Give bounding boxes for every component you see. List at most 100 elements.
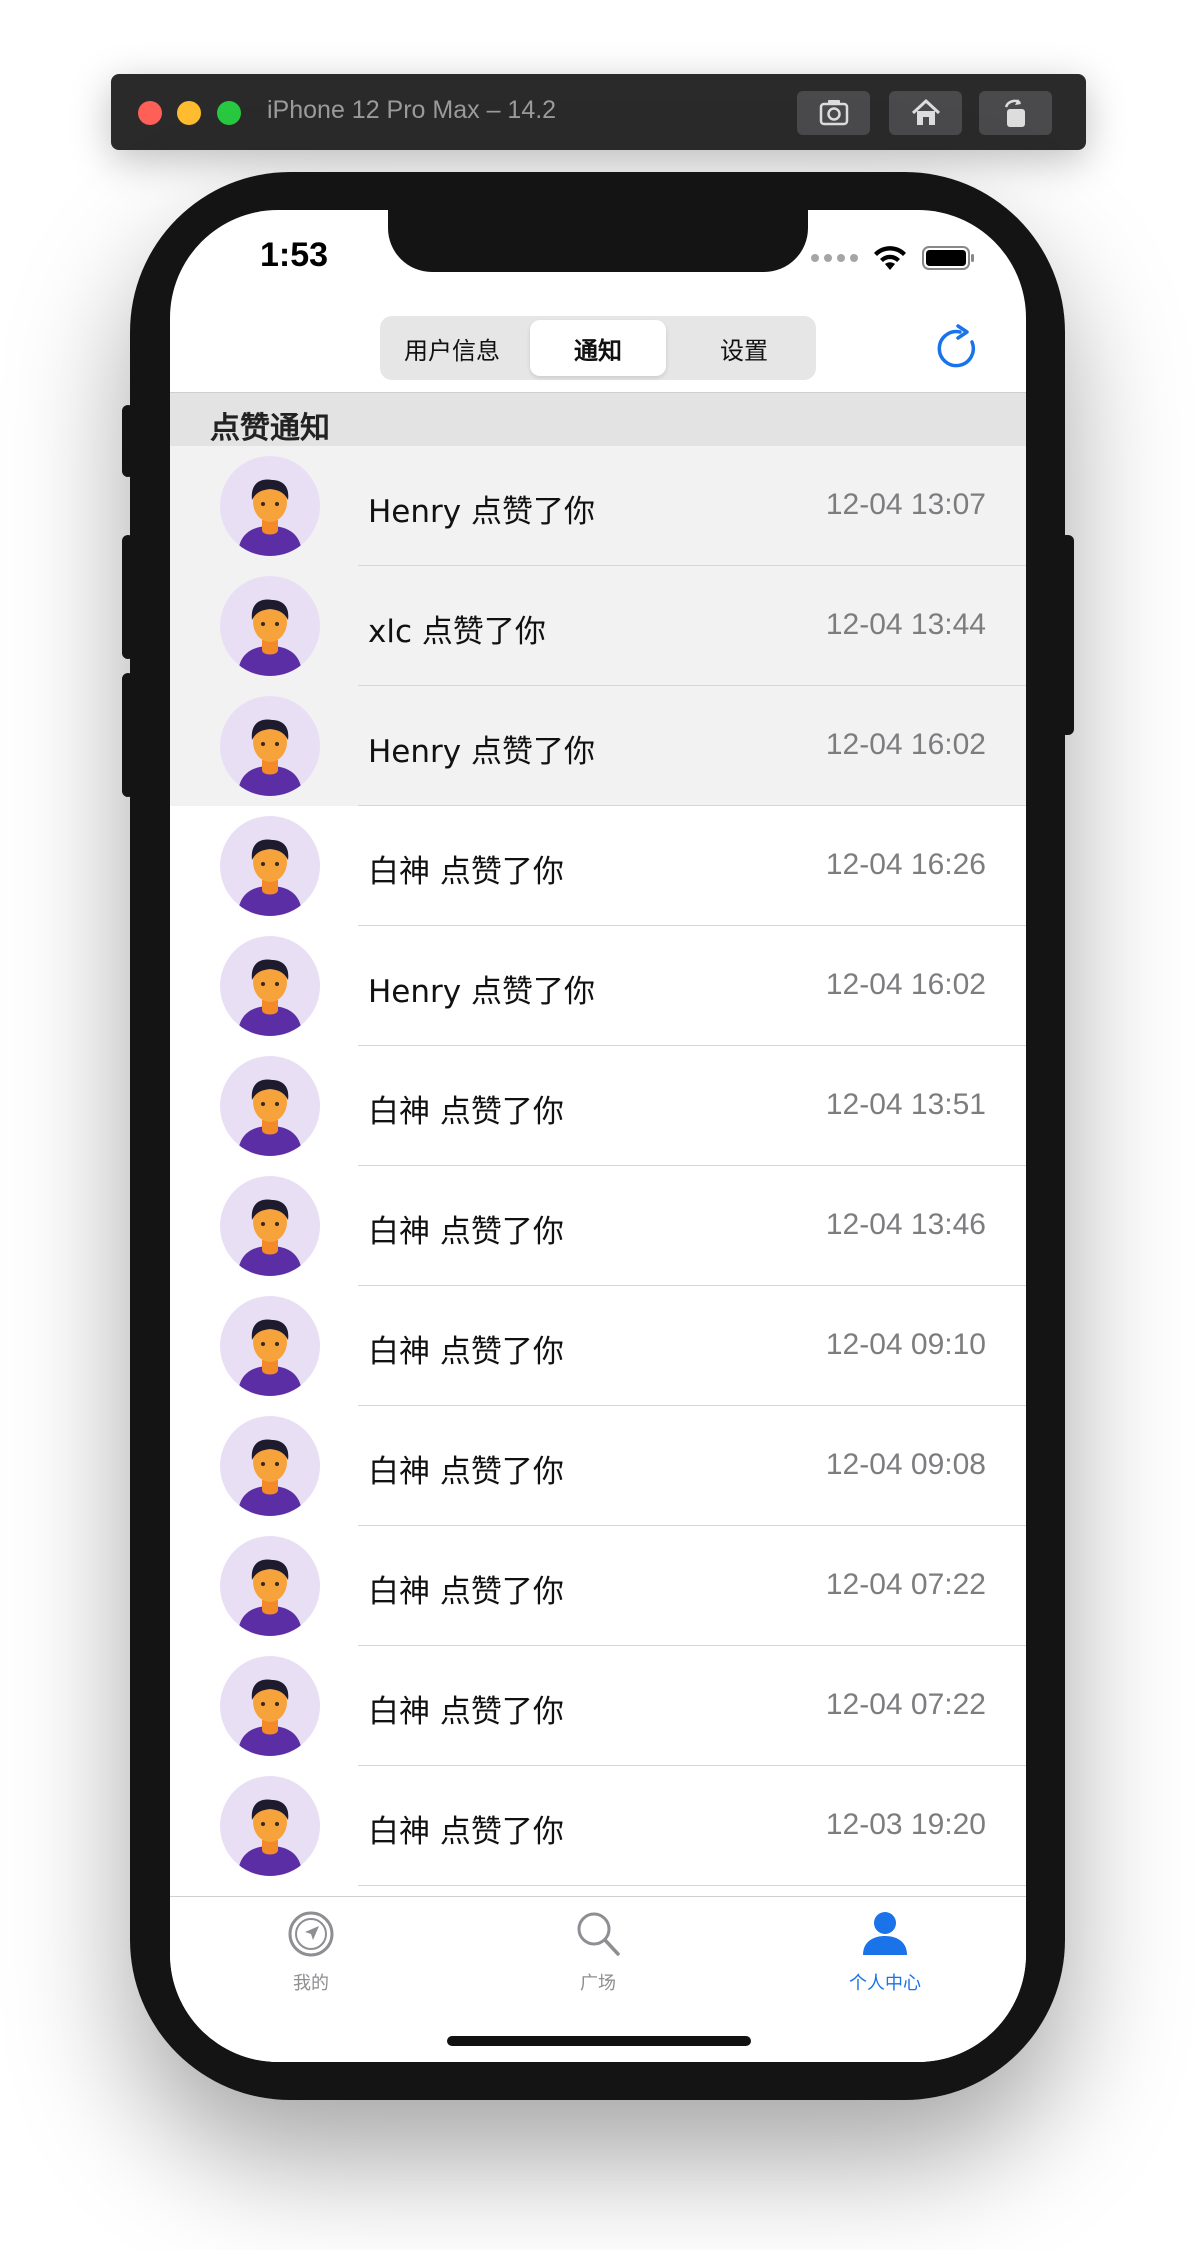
simulator-titlebar: iPhone 12 Pro Max – 14.2 xyxy=(111,74,1086,150)
notification-text: 白神 点赞了你 xyxy=(368,1454,564,1490)
notification-time: 12-04 13:46 xyxy=(825,1208,986,1241)
notification-time: 12-04 13:51 xyxy=(825,1088,986,1121)
user-avatar-icon xyxy=(238,599,302,676)
user-avatar-icon xyxy=(238,1439,302,1516)
person-icon xyxy=(863,1912,907,1955)
window-zoom-button[interactable] xyxy=(217,101,241,125)
window-close-button[interactable] xyxy=(138,101,162,125)
segmented-control: 用户信息 通知 设置 xyxy=(380,316,816,380)
rotate-icon xyxy=(1004,99,1025,127)
list-item[interactable]: 白神 点赞了你 12-03 19:20 xyxy=(170,1766,1026,1886)
section-title: 点赞通知 xyxy=(210,411,330,446)
window-minimize-button[interactable] xyxy=(177,101,201,125)
tab-profile[interactable]: 个人中心 xyxy=(810,1909,960,1995)
user-avatar-icon xyxy=(238,479,302,556)
wifi-icon xyxy=(874,246,906,270)
notification-time: 12-04 07:22 xyxy=(825,1688,986,1721)
avatar xyxy=(220,1416,320,1516)
user-avatar-icon xyxy=(238,839,302,916)
notification-time: 12-04 13:44 xyxy=(825,608,986,641)
notification-text: 白神 点赞了你 xyxy=(368,854,564,890)
compass-icon xyxy=(288,1911,334,1957)
simulator-title: iPhone 12 Pro Max – 14.2 xyxy=(267,96,557,124)
list-item[interactable]: 白神 点赞了你 12-04 07:22 xyxy=(170,1526,1026,1646)
notification-text: 白神 点赞了你 xyxy=(368,1214,564,1250)
notification-text: xlc 点赞了你 xyxy=(368,614,546,650)
notch xyxy=(388,210,808,272)
silent-switch xyxy=(122,405,134,477)
refresh-icon[interactable] xyxy=(936,322,984,374)
user-avatar-icon xyxy=(238,719,302,796)
avatar xyxy=(220,696,320,796)
list-item[interactable]: Henry 点赞了你 12-04 16:02 xyxy=(170,686,1026,806)
notification-text: 白神 点赞了你 xyxy=(368,1574,564,1610)
notification-time: 12-04 09:08 xyxy=(825,1448,986,1481)
avatar xyxy=(220,1776,320,1876)
notification-text: 白神 点赞了你 xyxy=(368,1694,564,1730)
rotate-button[interactable] xyxy=(979,91,1052,135)
segment-user-info[interactable]: 用户信息 xyxy=(384,320,520,376)
tab-square-label: 广场 xyxy=(580,1973,616,1994)
notification-time: 12-03 19:20 xyxy=(825,1808,986,1841)
segment-notifications[interactable]: 通知 xyxy=(530,320,666,376)
row-separator xyxy=(358,1885,1026,1886)
tab-mine-label: 我的 xyxy=(293,1973,329,1994)
notification-text: Henry 点赞了你 xyxy=(368,494,595,530)
notification-text: Henry 点赞了你 xyxy=(368,734,595,770)
notification-time: 12-04 07:22 xyxy=(825,1568,986,1601)
user-avatar-icon xyxy=(238,1559,302,1636)
screenshot-icon xyxy=(819,100,848,126)
signal-dots-icon xyxy=(811,254,858,262)
user-avatar-icon xyxy=(238,1679,302,1756)
notification-time: 12-04 16:02 xyxy=(825,728,986,761)
home-indicator xyxy=(447,2036,751,2046)
avatar xyxy=(220,456,320,556)
screenshot-button[interactable] xyxy=(797,91,870,135)
list-item[interactable]: Henry 点赞了你 12-04 16:02 xyxy=(170,926,1026,1046)
notification-time: 12-04 09:10 xyxy=(825,1328,986,1361)
avatar xyxy=(220,1536,320,1636)
notification-time: 12-04 13:07 xyxy=(825,488,986,521)
home-button[interactable] xyxy=(889,91,962,135)
avatar xyxy=(220,576,320,676)
notification-text: 白神 点赞了你 xyxy=(368,1094,564,1130)
user-avatar-icon xyxy=(238,1799,302,1876)
tab-mine[interactable]: 我的 xyxy=(236,1909,386,1995)
home-icon xyxy=(911,98,940,125)
notification-list: Henry 点赞了你 12-04 13:07 xlc 点赞了你 12-04 13:44… xyxy=(170,446,1026,1886)
notification-time: 12-04 16:26 xyxy=(825,848,986,881)
volume-up-button xyxy=(122,535,134,659)
list-item[interactable]: 白神 点赞了你 12-04 07:22 xyxy=(170,1646,1026,1766)
user-avatar-icon xyxy=(238,959,302,1036)
list-item[interactable]: 白神 点赞了你 12-04 13:46 xyxy=(170,1166,1026,1286)
user-avatar-icon xyxy=(238,1199,302,1276)
list-item[interactable]: xlc 点赞了你 12-04 13:44 xyxy=(170,566,1026,686)
segment-settings[interactable]: 设置 xyxy=(676,320,812,376)
status-time: 1:53 xyxy=(260,236,329,274)
list-item[interactable]: 白神 点赞了你 12-04 13:51 xyxy=(170,1046,1026,1166)
status-indicators xyxy=(811,244,976,272)
avatar xyxy=(220,1056,320,1156)
volume-down-button xyxy=(122,673,134,797)
phone-screen: 1:53 用户信息 通知 设置 点赞通知 Henry 点赞了你 12-04 13:… xyxy=(170,210,1026,2062)
list-item[interactable]: Henry 点赞了你 12-04 13:07 xyxy=(170,446,1026,566)
tab-profile-label: 个人中心 xyxy=(849,1973,921,1994)
avatar xyxy=(220,816,320,916)
avatar xyxy=(220,1656,320,1756)
power-button xyxy=(1060,535,1074,735)
notification-text: 白神 点赞了你 xyxy=(368,1334,564,1370)
notification-text: Henry 点赞了你 xyxy=(368,974,595,1010)
list-item[interactable]: 白神 点赞了你 12-04 16:26 xyxy=(170,806,1026,926)
section-header: 点赞通知 xyxy=(170,392,1026,447)
battery-icon xyxy=(922,246,974,270)
user-avatar-icon xyxy=(238,1079,302,1156)
search-icon xyxy=(577,1912,620,1956)
list-item[interactable]: 白神 点赞了你 12-04 09:08 xyxy=(170,1406,1026,1526)
avatar xyxy=(220,1296,320,1396)
list-item[interactable]: 白神 点赞了你 12-04 09:10 xyxy=(170,1286,1026,1406)
tab-square[interactable]: 广场 xyxy=(523,1909,673,1995)
avatar xyxy=(220,936,320,1036)
user-avatar-icon xyxy=(238,1319,302,1396)
avatar xyxy=(220,1176,320,1276)
notification-text: 白神 点赞了你 xyxy=(368,1814,564,1850)
